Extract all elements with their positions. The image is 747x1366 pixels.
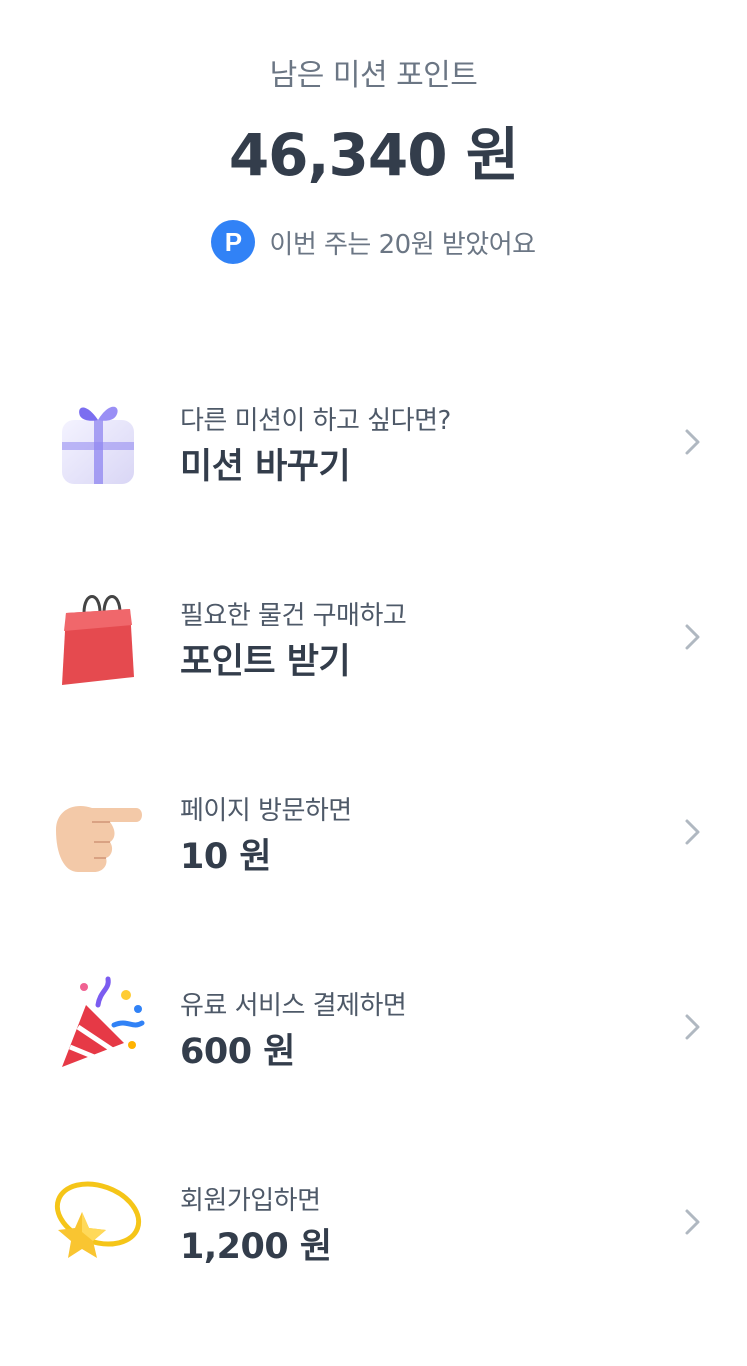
mission-title: 미션 바꾸기 [180,447,351,487]
mission-item-paid-service[interactable]: 유료 서비스 결제하면 600 원 [0,975,747,1145]
gift-box-icon [48,390,148,490]
weekly-earned-text: 이번 주는 20원 받았어요 [269,229,536,260]
mission-title: 600 원 [180,1032,295,1072]
mission-title: 10 원 [180,837,272,877]
chevron-right-icon [680,622,704,652]
mission-item-purchase[interactable]: 필요한 물건 구매하고 포인트 받기 [0,585,747,755]
chevron-right-icon [680,817,704,847]
remaining-points-label: 남은 미션 포인트 [269,58,478,93]
mission-subtitle: 회원가입하면 [180,1186,321,1216]
mission-subtitle: 페이지 방문하면 [180,796,352,826]
mission-title: 1,200 원 [180,1227,332,1267]
party-popper-icon [48,975,148,1075]
shopping-bag-icon [48,585,148,685]
mission-title: 포인트 받기 [180,642,351,682]
point-badge-icon: P [211,220,256,264]
mission-item-change-mission[interactable]: 다른 미션이 하고 싶다면? 미션 바꾸기 [0,390,747,560]
chevron-right-icon [680,1207,704,1237]
mission-item-sign-up[interactable]: 회원가입하면 1,200 원 [0,1170,747,1340]
weekly-earned-row: P 이번 주는 20원 받았어요 [0,220,747,264]
mission-subtitle: 유료 서비스 결제하면 [180,991,407,1021]
mission-subtitle: 필요한 물건 구매하고 [180,601,407,631]
chevron-right-icon [680,427,704,457]
star-icon [48,1170,148,1270]
mission-subtitle: 다른 미션이 하고 싶다면? [180,406,451,436]
remaining-points-amount: 46,340 원 [228,121,519,189]
mission-item-page-visit[interactable]: 페이지 방문하면 10 원 [0,780,747,950]
pointing-hand-icon [48,780,148,880]
chevron-right-icon [680,1012,704,1042]
